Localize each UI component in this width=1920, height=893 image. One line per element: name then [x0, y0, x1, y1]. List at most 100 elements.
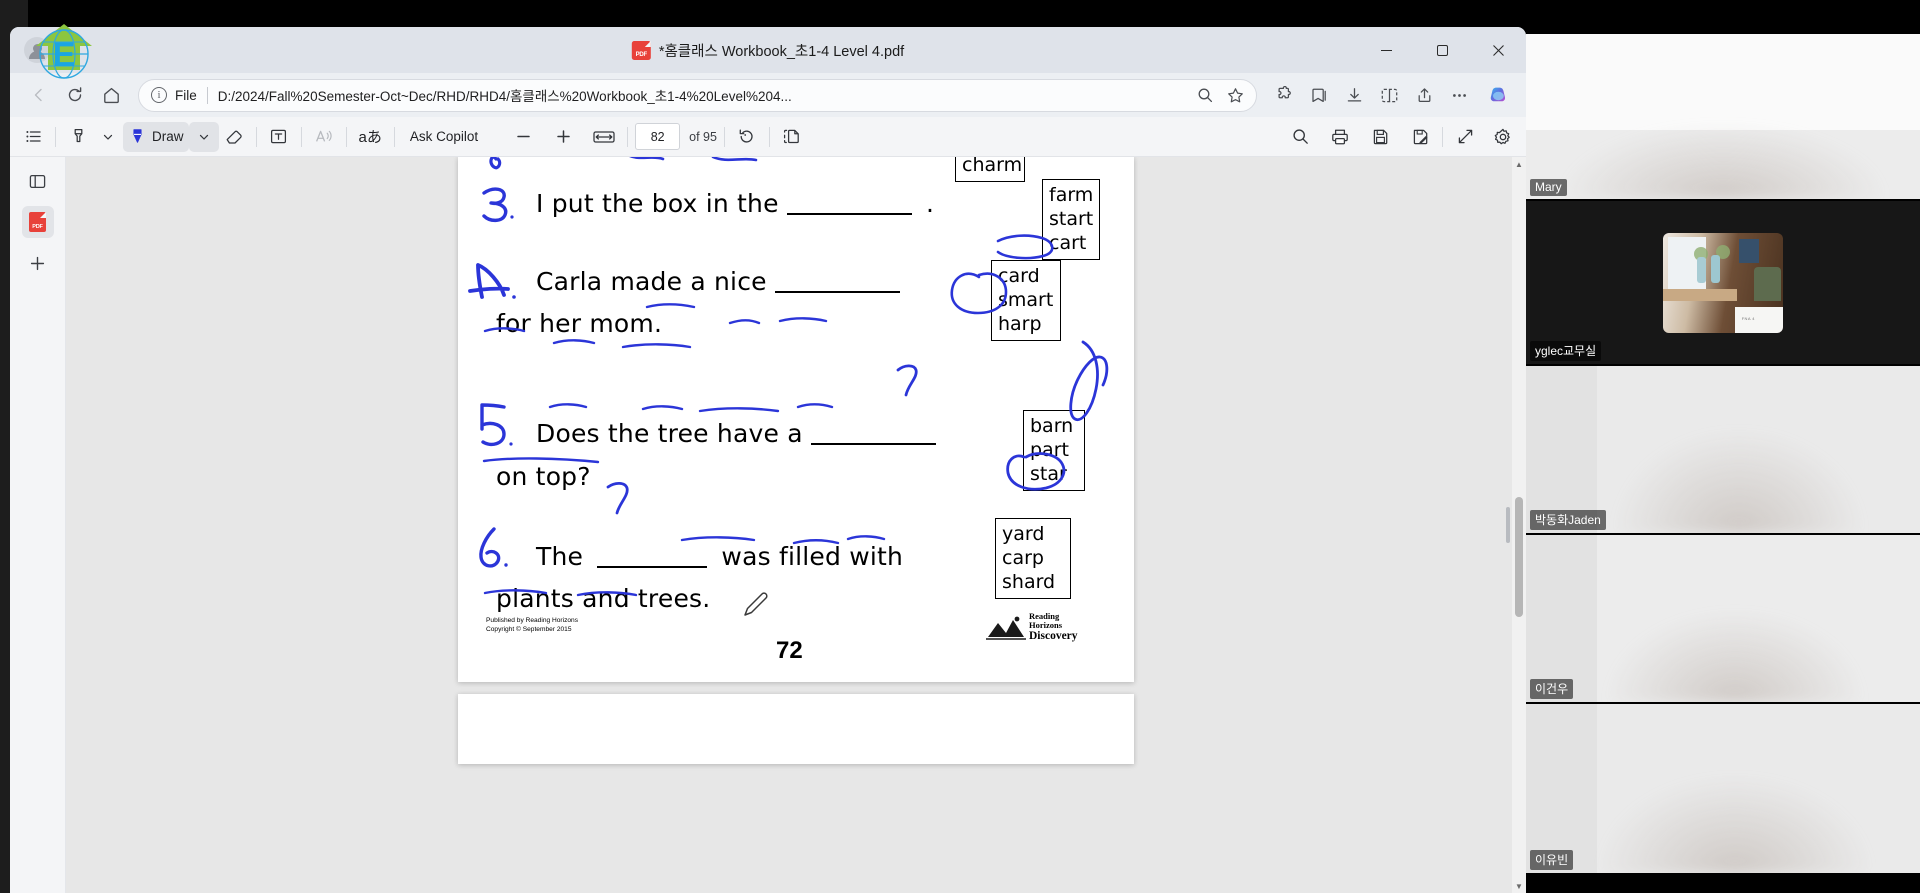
highlighter-icon[interactable] [63, 122, 93, 152]
worksheet-page-number: 72 [776, 637, 803, 664]
draw-label: Draw [152, 129, 184, 144]
toolbar-divider [55, 126, 56, 147]
draw-chevron-down-icon[interactable] [188, 121, 219, 152]
pdf-file-icon: PDF [631, 40, 651, 60]
search-icon[interactable] [1285, 122, 1315, 152]
question-4-line1: Carla made a nice [536, 267, 900, 296]
toolbar-divider-2 [255, 126, 257, 147]
participant-name: yglec교무실 [1530, 341, 1602, 361]
table-of-contents-icon[interactable] [18, 122, 48, 152]
omnibox-divider [206, 86, 208, 104]
add-text-icon[interactable] [264, 122, 294, 152]
question-5-line2: on top? [496, 462, 591, 491]
word-harp: harp [998, 313, 1042, 335]
q3-text-before: I put the box in the [536, 189, 779, 218]
pdf-scroll-area[interactable]: I put the box in the . Carla made a nice… [66, 157, 1526, 893]
read-aloud-icon[interactable] [309, 122, 339, 152]
publisher-line-2: Copyright © September 2015 [486, 625, 572, 633]
q6-text-after: was filled with [721, 542, 904, 571]
minimize-button[interactable] [1358, 27, 1414, 73]
tab-title: *홈클래스 Workbook_초1-4 Level 4.pdf [658, 43, 905, 60]
overlay-watermark-logo: E [36, 24, 92, 79]
scroll-up-arrow-icon[interactable]: ▲ [1512, 157, 1526, 171]
toolbar-divider-3 [300, 126, 302, 147]
q5-text-before: Does the tree have a [536, 419, 803, 448]
settings-gear-icon[interactable] [1488, 122, 1518, 152]
pdf-thumbnail-icon[interactable]: PDF [21, 206, 54, 238]
downloads-icon[interactable] [1337, 78, 1371, 112]
participant-name: Mary [1530, 179, 1567, 196]
q4-blank [774, 291, 900, 293]
video-tile-geonwoo[interactable]: 이건우 [1526, 535, 1920, 702]
fit-to-width-icon[interactable] [588, 122, 620, 152]
site-info-icon[interactable]: i [151, 87, 167, 103]
save-icon[interactable] [1365, 122, 1395, 152]
browser-actions [1267, 78, 1514, 112]
pdf-vertical-scrollbar[interactable]: ▲ ▼ [1512, 157, 1526, 893]
scrollbar-thumb[interactable] [1515, 497, 1523, 617]
more-options-icon[interactable] [1442, 78, 1476, 112]
participant-name: 박동화Jaden [1530, 510, 1606, 530]
rotate-icon[interactable] [732, 122, 762, 152]
share-icon[interactable] [1407, 78, 1441, 112]
logo-mark-icon [986, 616, 1026, 640]
omnibox[interactable]: i File D:/2024/Fall%20Semester-Oct~Dec/R… [138, 78, 1257, 112]
extensions-puzzle-icon[interactable] [1267, 78, 1301, 112]
url-text[interactable]: D:/2024/Fall%20Semester-Oct~Dec/RHD/RHD4… [218, 85, 1184, 105]
video-tile-yubin[interactable]: 이유빈 [1526, 704, 1920, 873]
screenshare-caption: FNA 4 [1741, 316, 1755, 322]
word-box-4: barn part star [1023, 410, 1085, 491]
toggle-panel-icon[interactable] [22, 165, 54, 197]
pdf-viewer: PDF I put the box in the . Carla made a … [10, 157, 1526, 893]
question-5-line1: Does the tree have a [536, 419, 936, 448]
browser-tab[interactable]: PDF *홈클래스 Workbook_초1-4 Level 4.pdf [631, 40, 905, 61]
logo-horizons: Horizons [1029, 620, 1063, 630]
toolbar-divider-8 [768, 126, 770, 147]
translate-icon[interactable]: aあ [354, 122, 387, 152]
eraser-icon[interactable] [219, 122, 249, 152]
question-6-line2: plants and trees. [496, 584, 710, 613]
page-number-input[interactable]: 82 [635, 123, 681, 150]
zoom-out-button[interactable] [508, 122, 538, 152]
word-barn: barn [1030, 415, 1074, 437]
toolbar-divider-9 [1442, 126, 1443, 147]
pdf-side-rail: PDF [10, 157, 66, 893]
scroll-down-arrow-icon[interactable]: ▼ [1512, 879, 1526, 893]
copilot-icon[interactable] [1482, 79, 1514, 111]
close-button[interactable] [1470, 27, 1526, 73]
q5-second-line: on top? [496, 462, 591, 491]
pdf-page: I put the box in the . Carla made a nice… [458, 157, 1134, 682]
add-icon[interactable] [22, 247, 54, 279]
word-box-5: yard carp shard [995, 518, 1071, 599]
page-layout-icon[interactable] [777, 122, 807, 152]
split-screen-icon[interactable] [1372, 78, 1406, 112]
favorite-star-icon[interactable] [1222, 82, 1248, 108]
ask-copilot-button[interactable]: Ask Copilot [402, 122, 486, 152]
title-bar: PDF *홈클래스 Workbook_초1-4 Level 4.pdf [10, 27, 1526, 73]
print-icon[interactable] [1325, 122, 1355, 152]
question-4-line2: for her mom. [496, 309, 662, 338]
toolbar-divider-5 [393, 126, 395, 147]
video-tile-jaden[interactable]: 박동화Jaden [1526, 366, 1920, 533]
address-bar-row: i File D:/2024/Fall%20Semester-Oct~Dec/R… [10, 73, 1526, 117]
zoom-in-button[interactable] [548, 122, 578, 152]
panel-resize-grip[interactable] [1506, 507, 1510, 543]
pencil-cursor-icon [744, 592, 768, 616]
window-controls [1358, 27, 1526, 73]
fullscreen-icon[interactable] [1450, 122, 1480, 152]
toolbar-divider-6 [627, 126, 629, 147]
q6-blank [597, 566, 708, 568]
video-tile-yglec[interactable]: FNA 4 yglec교무실 [1526, 201, 1920, 364]
maximize-button[interactable] [1414, 27, 1470, 73]
video-tile-mary[interactable]: Mary [1526, 34, 1920, 199]
zoom-indicator-icon[interactable] [1192, 82, 1218, 108]
collections-icon[interactable] [1302, 78, 1336, 112]
word-carp: carp [1002, 547, 1044, 569]
highlighter-chevron-down-icon[interactable] [93, 122, 123, 152]
save-as-icon[interactable] [1405, 122, 1435, 152]
draw-tool-button[interactable]: Draw [123, 121, 189, 152]
toolbar-divider-4 [345, 126, 347, 147]
word-box-charm: charm [955, 157, 1025, 182]
publisher-info: Published by Reading Horizons Copyright … [486, 617, 578, 634]
pdf-next-page [458, 694, 1134, 764]
